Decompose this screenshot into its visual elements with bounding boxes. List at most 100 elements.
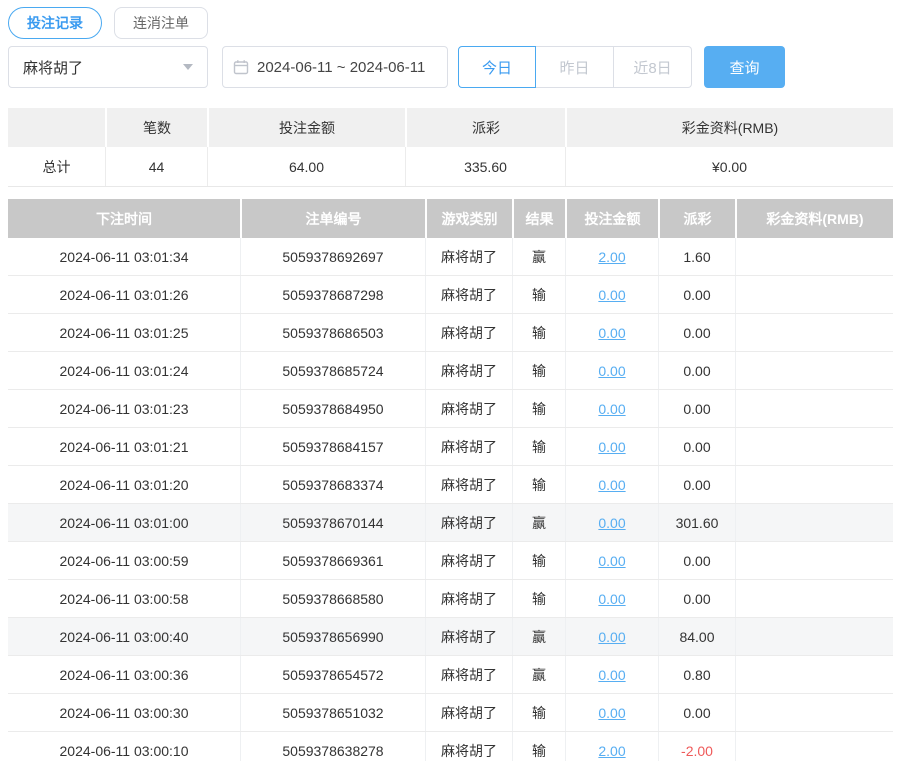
date-range-input[interactable]: 2024-06-11 ~ 2024-06-11 [222, 46, 448, 88]
bet-amount-cell: 0.00 [565, 314, 658, 351]
order-id-cell: 5059378692697 [240, 238, 425, 275]
summary-table: 笔数 投注金额 派彩 彩金资料(RMB) 总计 44 64.00 335.60 ¥0.00 [8, 108, 893, 187]
table-row: 2024-06-11 03:00:30 5059378651032 麻将胡了输 0.0… [8, 694, 893, 732]
time-cell: 2024-06-11 03:00:30 [59, 704, 189, 721]
bet-amount-link[interactable]: 2.00 [598, 743, 625, 759]
order-id-cell: 5059378683374 [240, 466, 425, 503]
time-cell: 2024-06-11 03:00:59 [59, 552, 189, 569]
time-cell: 2024-06-11 03:01:26 [59, 286, 189, 303]
payout-cell: 301.60 [658, 504, 735, 541]
bet-amount-link[interactable]: 0.00 [598, 439, 625, 455]
bet-amount-link[interactable]: 0.00 [598, 591, 625, 607]
order-id-cell: 5059378638278 [240, 732, 425, 761]
result-cell: 输 [512, 732, 565, 761]
bet-amount-link[interactable]: 0.00 [598, 629, 625, 645]
records-header-cell: 派彩 [658, 199, 735, 238]
result-cell: 赢 [512, 656, 565, 693]
summary-total-cell: 335.60 [405, 147, 565, 186]
result-cell: 输 [512, 580, 565, 617]
top-tabs: 投注记录 连消注单 [8, 6, 893, 40]
table-row: 2024-06-11 03:00:36 5059378654572 麻将胡了赢 0.0… [8, 656, 893, 694]
payout-cell: 0.00 [658, 390, 735, 427]
bet-amount-link[interactable]: 0.00 [598, 667, 625, 683]
bet-amount-link[interactable]: 0.00 [598, 553, 625, 569]
jackpot-cell [735, 618, 893, 655]
result-cell: 输 [512, 390, 565, 427]
table-row: 2024-06-11 03:01:23 5059378684950 麻将胡了输 0.0… [8, 390, 893, 428]
result-cell: 输 [512, 352, 565, 389]
game-cell: 麻将胡了 [425, 238, 512, 275]
result-cell: 输 [512, 542, 565, 579]
bet-amount-link[interactable]: 0.00 [598, 705, 625, 721]
game-cell: 麻将胡了 [425, 542, 512, 579]
summary-total-cell: 44 [105, 147, 207, 186]
table-row: 2024-06-11 03:00:58 5059378668580 麻将胡了输 0.0… [8, 580, 893, 618]
bet-amount-link[interactable]: 0.00 [598, 477, 625, 493]
order-id-cell: 5059378685724 [240, 352, 425, 389]
table-row: 2024-06-11 03:01:34 5059378692697 麻将胡了赢 2.0… [8, 238, 893, 276]
tab-betting-records[interactable]: 投注记录 [8, 7, 102, 39]
summary-total-cell: ¥0.00 [565, 147, 893, 186]
bet-amount-link[interactable]: 0.00 [598, 287, 625, 303]
summary-header-cell: 笔数 [105, 108, 207, 147]
game-cell: 麻将胡了 [425, 656, 512, 693]
summary-header-row: 笔数 投注金额 派彩 彩金资料(RMB) [8, 108, 893, 147]
records-header-row: 下注时间 注单编号 游戏类别 结果 投注金额 派彩 彩金资料(RMB) [8, 199, 893, 238]
result-cell: 赢 [512, 504, 565, 541]
payout-cell: 0.00 [658, 466, 735, 503]
payout-cell: 0.00 [658, 580, 735, 617]
bet-amount-cell: 2.00 [565, 732, 658, 761]
time-cell: 2024-06-11 03:01:20 [59, 476, 189, 493]
bet-amount-link[interactable]: 0.00 [598, 401, 625, 417]
time-cell: 2024-06-11 03:00:36 [59, 666, 189, 683]
jackpot-cell [735, 276, 893, 313]
game-cell: 麻将胡了 [425, 694, 512, 731]
jackpot-cell [735, 428, 893, 465]
summary-header-cell: 投注金额 [207, 108, 405, 147]
jackpot-cell [735, 694, 893, 731]
bet-amount-cell: 0.00 [565, 618, 658, 655]
time-cell: 2024-06-11 03:01:25 [59, 324, 189, 341]
last-8-days-button[interactable]: 近8日 [614, 46, 692, 88]
summary-header-cell: 彩金资料(RMB) [565, 108, 893, 147]
order-id-cell: 5059378668580 [240, 580, 425, 617]
chevron-down-icon [183, 64, 193, 70]
table-row: 2024-06-11 03:01:00 5059378670144 麻将胡了赢 0.0… [8, 504, 893, 542]
quick-date-group: 今日 昨日 近8日 [458, 46, 692, 88]
payout-cell: 0.80 [658, 656, 735, 693]
jackpot-cell [735, 542, 893, 579]
summary-total-row: 总计 44 64.00 335.60 ¥0.00 [8, 147, 893, 187]
payout-cell: 0.00 [658, 352, 735, 389]
bet-amount-link[interactable]: 0.00 [598, 515, 625, 531]
table-row: 2024-06-11 03:00:40 5059378656990 麻将胡了赢 0.0… [8, 618, 893, 656]
yesterday-button[interactable]: 昨日 [536, 46, 614, 88]
query-button[interactable]: 查询 [704, 46, 785, 88]
today-button[interactable]: 今日 [458, 46, 536, 88]
jackpot-cell [735, 656, 893, 693]
result-cell: 赢 [512, 238, 565, 275]
result-cell: 赢 [512, 618, 565, 655]
game-select[interactable]: 麻将胡了 [8, 46, 208, 88]
time-cell: 2024-06-11 03:01:23 [59, 400, 189, 417]
order-id-cell: 5059378669361 [240, 542, 425, 579]
jackpot-cell [735, 580, 893, 617]
game-cell: 麻将胡了 [425, 732, 512, 761]
bet-amount-link[interactable]: 2.00 [598, 249, 625, 265]
bet-amount-link[interactable]: 0.00 [598, 363, 625, 379]
payout-cell: 0.00 [658, 314, 735, 351]
order-id-cell: 5059378656990 [240, 618, 425, 655]
order-id-cell: 5059378687298 [240, 276, 425, 313]
order-id-cell: 5059378686503 [240, 314, 425, 351]
summary-total-cell: 总计 [42, 158, 71, 175]
result-cell: 输 [512, 466, 565, 503]
bet-amount-cell: 0.00 [565, 656, 658, 693]
bet-amount-cell: 0.00 [565, 390, 658, 427]
jackpot-cell [735, 238, 893, 275]
bet-amount-link[interactable]: 0.00 [598, 325, 625, 341]
page: 投注记录 连消注单 麻将胡了 2024-06-11 ~ 2024-06-11 今… [0, 0, 901, 761]
tab-cancelled-orders[interactable]: 连消注单 [114, 7, 208, 39]
table-row: 2024-06-11 03:01:20 5059378683374 麻将胡了输 0.0… [8, 466, 893, 504]
game-cell: 麻将胡了 [425, 428, 512, 465]
table-row: 2024-06-11 03:01:26 5059378687298 麻将胡了输 0.0… [8, 276, 893, 314]
time-cell: 2024-06-11 03:01:00 [59, 514, 189, 531]
